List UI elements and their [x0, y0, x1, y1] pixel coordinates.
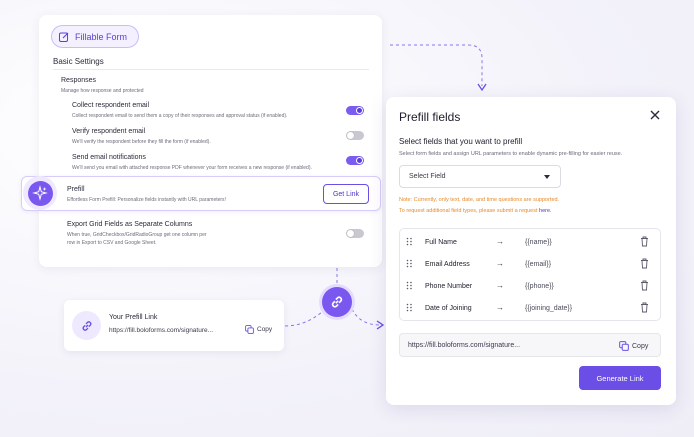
setting-desc: Collect respondent email to send them a …: [72, 113, 288, 119]
drag-handle-icon[interactable]: [406, 237, 413, 246]
setting-title: Collect respondent email: [72, 102, 150, 109]
responses-title: Responses: [61, 77, 97, 84]
field-mapping-row: Date of Joining → {{joining_date}}: [399, 297, 661, 319]
copy-link-button[interactable]: Copy: [245, 325, 272, 334]
generated-url[interactable]: https://fill.boloforms.com/signature...: [408, 342, 520, 349]
divider: [53, 69, 369, 70]
request-types-note: To request additional field types, pleas…: [399, 208, 552, 214]
setting-desc-line1: When true, GridCheckbox/GridRadioGroup g…: [67, 232, 207, 238]
setting-desc-line2: row in Export to CSV and Google Sheet.: [67, 239, 157, 246]
chevron-down-icon: [544, 175, 550, 179]
trash-icon[interactable]: [640, 302, 649, 313]
copy-label: Copy: [632, 342, 649, 350]
export-grid-toggle[interactable]: [346, 229, 364, 238]
modal-title: Prefill fields: [399, 110, 461, 124]
request-here-link[interactable]: here.: [539, 208, 552, 214]
field-param[interactable]: {{phone}}: [525, 283, 554, 290]
get-link-button[interactable]: Get Link: [323, 184, 369, 204]
arrow-right-icon: →: [496, 237, 504, 246]
link-icon: [331, 296, 343, 308]
setting-title: Send email notifications: [72, 154, 146, 161]
field-mapping-row: Phone Number → {{phone}}: [399, 275, 661, 297]
trash-icon[interactable]: [640, 236, 649, 247]
field-param[interactable]: {{email}}: [525, 261, 551, 268]
field-mapping-row: Full Name → {{name}}: [399, 231, 661, 253]
select-field-dropdown[interactable]: Select Field: [399, 165, 561, 188]
prefill-link-url[interactable]: https://fill.boloforms.com/signature...: [109, 327, 213, 334]
link-icon: [82, 320, 91, 331]
copy-label: Copy: [257, 326, 273, 333]
trash-icon[interactable]: [640, 258, 649, 269]
prefill-title: Prefill: [67, 186, 85, 193]
setting-collect-email: Collect respondent email Collect respond…: [72, 102, 372, 120]
basic-settings-title: Basic Settings: [53, 57, 104, 66]
edit-form-icon: [58, 31, 70, 43]
generate-link-button[interactable]: Generate Link: [579, 366, 661, 390]
prefill-desc: Effortless Form Prefill: Personalize fie…: [67, 197, 226, 203]
trash-icon[interactable]: [640, 280, 649, 291]
copy-url-button[interactable]: Copy: [619, 341, 648, 351]
link-badge: [72, 311, 101, 340]
prefill-link-title: Your Prefill Link: [109, 314, 158, 321]
setting-title: Export Grid Fields as Separate Columns: [67, 221, 193, 228]
sparkle-badge: [23, 176, 57, 210]
setting-export-grid: Export Grid Fields as Separate Columns W…: [67, 221, 367, 247]
drag-handle-icon[interactable]: [406, 259, 413, 268]
arrow-right-icon: →: [496, 303, 504, 312]
close-icon[interactable]: [648, 108, 662, 122]
arrow-right-icon: →: [496, 281, 504, 290]
verify-email-toggle[interactable]: [346, 131, 364, 140]
supported-types-note: Note: Currently, only text, date, and ti…: [399, 197, 560, 203]
email-notifications-toggle[interactable]: [346, 156, 364, 165]
field-mapping-row: Email Address → {{email}}: [399, 253, 661, 275]
request-note-text: To request additional field types, pleas…: [399, 208, 540, 214]
setting-email-notifications: Send email notifications We'll send you …: [72, 154, 372, 172]
fillable-form-label: Fillable Form: [75, 31, 128, 42]
generated-url-box: https://fill.boloforms.com/signature... …: [399, 333, 661, 357]
copy-icon: [245, 325, 254, 334]
drag-handle-icon[interactable]: [406, 281, 413, 290]
select-field-label: Select Field: [409, 173, 446, 180]
setting-desc: We'll verify the respondent before they …: [72, 139, 211, 145]
setting-title: Verify respondent email: [72, 128, 146, 135]
fillable-form-chip[interactable]: Fillable Form: [51, 25, 140, 48]
arrow-right-icon: →: [496, 259, 504, 268]
field-param[interactable]: {{joining_date}}: [525, 305, 572, 312]
field-name: Email Address: [425, 261, 470, 268]
drag-handle-icon[interactable]: [406, 303, 413, 312]
field-param[interactable]: {{name}}: [525, 239, 552, 246]
setting-verify-email: Verify respondent email We'll verify the…: [72, 128, 372, 146]
field-name: Full Name: [425, 239, 457, 246]
responses-subtitle: Manage how response and protected: [61, 88, 144, 94]
copy-icon: [619, 341, 629, 351]
sparkle-icon: [32, 185, 48, 201]
field-name: Phone Number: [425, 283, 473, 290]
setting-desc: We'll send you email with attached respo…: [72, 165, 312, 171]
collect-email-toggle[interactable]: [346, 106, 364, 115]
modal-subheading: Select form fields and assign URL parame…: [399, 151, 623, 157]
modal-heading: Select fields that you want to prefill: [399, 137, 523, 146]
link-connector-badge: [322, 287, 352, 317]
field-name: Date of Joining: [425, 305, 472, 312]
